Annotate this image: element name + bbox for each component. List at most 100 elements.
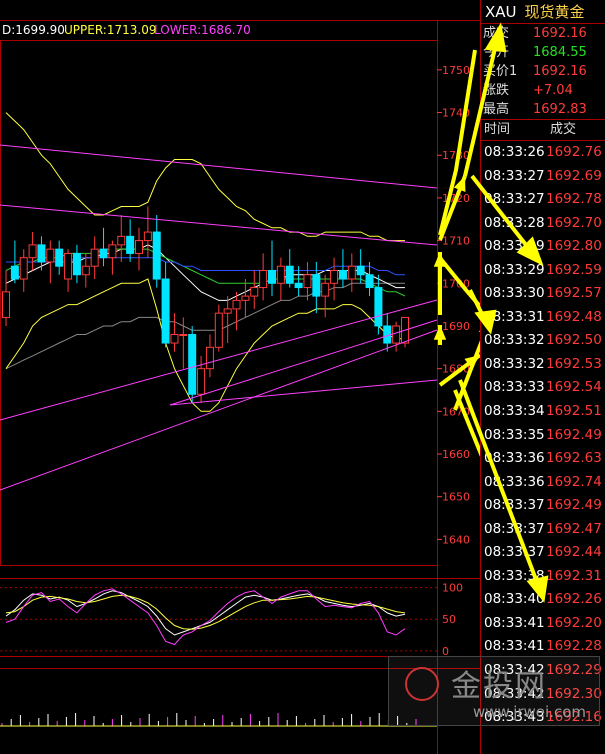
quote-row: 成交 1692.16 [481, 24, 605, 43]
watermark-url: www.jrwei.com [473, 703, 586, 721]
candle-body [90, 248, 99, 267]
candle-body [2, 291, 10, 318]
quote-label: 今开 [483, 45, 510, 60]
y-tick-label: 1640 [442, 533, 470, 546]
d-label: D:1699.90 [2, 23, 65, 37]
trendline [0, 144, 438, 189]
tick-time: 08:33:26 [484, 144, 545, 160]
tick-price: 1692.69 [546, 167, 602, 184]
tick-table: 08:33:26 1692.76 08:33:27 1692.69 08:33:27 16… [481, 141, 605, 730]
tick-time: 08:33:40 [484, 591, 545, 608]
y-tick-label: 1660 [442, 448, 470, 461]
quote-label: 成交 [483, 26, 510, 41]
quote-value: +7.04 [533, 83, 573, 98]
candle-body [330, 269, 339, 284]
tick-price: 1692.63 [546, 450, 602, 467]
tick-time: 08:33:36 [484, 450, 545, 467]
quote-label: 最高 [483, 102, 510, 117]
candle-body [250, 287, 259, 297]
kline-chart: D:1699.90 UPPER:1713.09 LOWER:1686.70 16… [0, 20, 480, 754]
candle-body [108, 244, 117, 259]
panel-title: XAU 现货黄金 [481, 0, 605, 24]
lower-label: LOWER:1686.70 [154, 23, 251, 37]
upper-label: UPPER:1713.09 [64, 23, 156, 37]
tick-row: 08:33:30 1692.57 [481, 282, 605, 306]
candle-body [294, 282, 303, 289]
tick-price: 1692.80 [546, 238, 602, 255]
tick-time: 08:33:37 [484, 497, 545, 514]
candle-body [55, 248, 64, 267]
tick-price: 1692.70 [546, 214, 602, 231]
tick-row: 08:33:40 1692.26 [481, 588, 605, 612]
candle-body [268, 269, 276, 284]
tick-row: 08:33:29 1692.80 [481, 235, 605, 259]
candle-body [126, 235, 135, 254]
quote-value: 1692.16 [533, 26, 587, 41]
tick-time: 08:33:41 [484, 614, 545, 631]
tick-table-header: 时间 成交 [481, 119, 605, 141]
quote-value: 1684.55 [533, 45, 587, 60]
tick-time: 08:33:33 [484, 379, 545, 396]
tick-price: 1692.26 [546, 591, 602, 608]
tick-time: 08:33:29 [484, 261, 545, 278]
candle-body [365, 274, 374, 289]
quote-value: 1692.16 [533, 64, 587, 79]
lower-band-line [5, 278, 405, 412]
tick-time: 08:33:30 [484, 285, 545, 302]
tick-time: 08:33:31 [484, 308, 545, 325]
ma-gray-line [5, 282, 405, 370]
y-tick-label: 1650 [442, 491, 470, 504]
tick-time: 08:33:38 [484, 567, 545, 584]
candle-body [152, 231, 161, 280]
tick-time: 08:33:27 [484, 191, 545, 208]
watermark-logo-icon [405, 667, 439, 701]
tick-price: 1692.44 [546, 544, 602, 561]
tick-row: 08:33:31 1692.48 [481, 306, 605, 330]
tick-price: 1692.50 [546, 332, 602, 349]
tick-time: 08:33:28 [484, 214, 545, 231]
tick-time: 08:33:32 [484, 332, 545, 349]
candle-body [72, 252, 81, 276]
candle-body [312, 274, 321, 297]
candle-body [259, 269, 268, 289]
tick-price: 1692.31 [546, 567, 602, 584]
quote-value: 1692.83 [533, 102, 587, 117]
quote-row: 买价1 1692.16 [481, 62, 605, 81]
candle-body [99, 248, 108, 259]
candle-body [37, 244, 46, 263]
candle-body [232, 299, 241, 310]
tick-row: 08:33:37 1692.49 [481, 494, 605, 518]
candle-body [338, 269, 347, 280]
tick-time: 08:33:34 [484, 403, 545, 420]
candle-body [383, 325, 392, 344]
quote-row: 最高 1692.83 [481, 100, 605, 119]
candle-body [205, 346, 214, 370]
quote-panel: XAU 现货黄金 成交 1692.16 今开 1684.55 买价1 1692.16 涨跌 +7… [480, 0, 605, 754]
tick-price: 1692.57 [546, 285, 602, 302]
candle-body [241, 295, 250, 301]
quote-label: 涨跌 [483, 83, 510, 98]
tick-row: 08:33:28 1692.70 [481, 212, 605, 236]
tick-row: 08:33:37 1692.47 [481, 518, 605, 542]
tick-row: 08:33:37 1692.44 [481, 541, 605, 565]
tick-time: 08:33:37 [484, 544, 545, 561]
candle-body [392, 325, 401, 344]
oscillator-plot: 050100 [0, 582, 463, 658]
osc-tick-label: 100 [442, 582, 463, 595]
watermark-text: 金投网 [451, 669, 547, 704]
volume-plot [0, 713, 437, 727]
tick-price: 1692.76 [546, 144, 602, 160]
tick-price: 1692.51 [546, 403, 602, 420]
tick-price: 1692.59 [546, 261, 602, 278]
trendline [0, 204, 438, 246]
tick-time: 08:33:32 [484, 355, 545, 372]
candle-body [143, 231, 152, 242]
osc-series-line [5, 590, 406, 636]
y-tick-label: 1690 [442, 320, 470, 333]
candle-body [10, 265, 19, 280]
tick-price: 1692.74 [546, 473, 602, 490]
candle-body [356, 265, 365, 276]
quote-label: 买价1 [483, 64, 518, 79]
tick-row: 08:33:27 1692.78 [481, 188, 605, 212]
tick-row: 08:33:35 1692.49 [481, 424, 605, 448]
